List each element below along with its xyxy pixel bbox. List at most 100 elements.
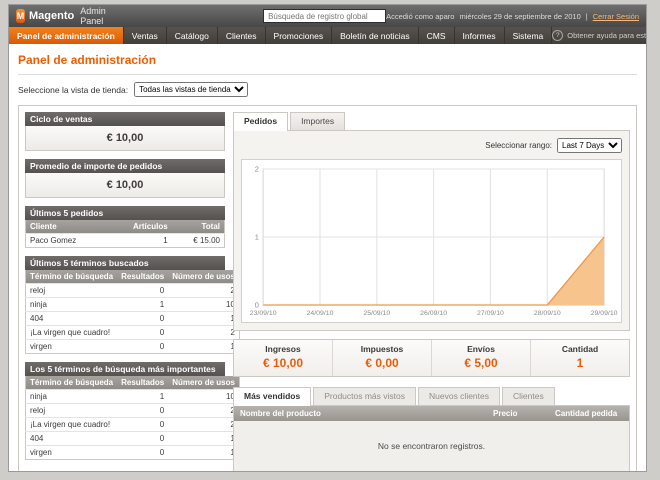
nav-item-ventas[interactable]: Ventas <box>124 27 167 44</box>
tab-mas-vendidos[interactable]: Más vendidos <box>233 387 311 406</box>
column-header: Precio <box>487 406 549 421</box>
logout-link[interactable]: Cerrar Sesión <box>593 12 639 21</box>
separator: | <box>586 12 588 21</box>
store-view-bar: Seleccione la vista de tienda: Todas las… <box>18 74 637 105</box>
table-row[interactable]: ninja110 <box>26 298 240 312</box>
svg-text:25/09/10: 25/09/10 <box>363 310 390 317</box>
column-header: Artículos <box>108 220 172 234</box>
chart-panel: Seleccionar rango: Last 7 Days 0 1 2 23/09/… <box>233 130 630 331</box>
logged-in-as: Accedió como aparo <box>386 12 454 21</box>
last-search-table: Término de búsquedaResultadosNúmero de u… <box>25 270 225 354</box>
logo-text: Magento <box>29 10 74 22</box>
table-row[interactable]: Paco Gomez1€ 15.00 <box>26 234 225 248</box>
tab-pedidos[interactable]: Pedidos <box>233 112 288 131</box>
stat-ingresos: Ingresos € 10,00 <box>234 340 332 376</box>
orders-chart-svg: 0 1 2 23/09/10 24/09/10 25/09/10 26/09/10 27/09… <box>244 162 619 320</box>
nav-item-sistema[interactable]: Sistema <box>505 27 553 44</box>
tab-productos-mas-vistos[interactable]: Productos más vistos <box>313 387 416 405</box>
empty-records-message: No se encontraron registros. <box>234 421 629 471</box>
nav-item-panel-de-administracion[interactable]: Panel de administración <box>9 27 124 44</box>
table-row[interactable]: reloj02 <box>26 404 240 418</box>
tab-importes[interactable]: Importes <box>290 112 345 130</box>
global-search-input[interactable] <box>263 9 386 23</box>
svg-text:26/09/10: 26/09/10 <box>420 310 447 317</box>
column-header: Nombre del producto <box>234 406 487 421</box>
table-row[interactable]: ¡La virgen que cuadro!02 <box>26 418 240 432</box>
card-title: Promedio de importe de pedidos <box>25 159 225 173</box>
products-grid: Nombre del productoPrecioCantidad pedida… <box>233 405 630 472</box>
svg-text:2: 2 <box>255 165 259 174</box>
stat-value: 1 <box>531 356 629 370</box>
admin-page: M Magento Admin Panel Accedió como aparo… <box>8 4 647 472</box>
totals-row: Ingresos € 10,00Impuestos € 0,00Envíos € 5,… <box>233 339 630 377</box>
tab-nuevos-clientes[interactable]: Nuevos clientes <box>418 387 500 405</box>
stat-value: € 0,00 <box>333 356 431 370</box>
card-title: Ciclo de ventas <box>25 112 225 126</box>
svg-text:0: 0 <box>255 301 259 310</box>
nav-item-cms[interactable]: CMS <box>419 27 455 44</box>
help-link[interactable]: ? Obtener ayuda para esta página <box>552 27 647 44</box>
column-header: Resultados <box>117 270 168 284</box>
card-value: € 10,00 <box>25 173 225 198</box>
stat-envios: Envíos € 5,00 <box>431 340 530 376</box>
last-orders-table: ClienteArtículosTotalPaco Gomez1€ 15.00 <box>25 220 225 248</box>
dashboard-left-column: Ciclo de ventas € 10,00 Promedio de impo… <box>25 112 225 472</box>
table-row[interactable]: 40401 <box>26 432 240 446</box>
last-orders-card: Últimos 5 pedidos ClienteArtículosTotalP… <box>25 206 225 248</box>
column-header: Total <box>172 220 225 234</box>
nav-item-catalogo[interactable]: Catálogo <box>167 27 218 44</box>
range-label: Seleccionar rango: <box>485 141 552 150</box>
svg-text:28/09/10: 28/09/10 <box>534 310 561 317</box>
column-header: Término de búsqueda <box>26 376 118 390</box>
magento-logo-icon: M <box>16 9 25 23</box>
stat-label: Ingresos <box>234 344 332 354</box>
svg-text:23/09/10: 23/09/10 <box>250 310 277 317</box>
column-header: Término de búsqueda <box>26 270 118 284</box>
dashboard-right-column: PedidosImportes Seleccionar rango: Last … <box>233 112 630 472</box>
svg-text:1: 1 <box>255 233 259 242</box>
tab-clientes[interactable]: Clientes <box>502 387 555 405</box>
card-value: € 10,00 <box>25 126 225 151</box>
magento-logo: M Magento Admin Panel <box>16 6 113 26</box>
products-grid-header: Nombre del productoPrecioCantidad pedida <box>234 406 629 421</box>
store-view-select[interactable]: Todas las vistas de tienda <box>134 82 248 97</box>
table-row[interactable]: ninja110 <box>26 390 240 404</box>
svg-text:24/09/10: 24/09/10 <box>307 310 334 317</box>
nav-item-boletin-de-noticias[interactable]: Boletín de noticias <box>332 27 418 44</box>
table-row[interactable]: 40401 <box>26 312 240 326</box>
stat-value: € 10,00 <box>234 356 332 370</box>
svg-text:27/09/10: 27/09/10 <box>477 310 504 317</box>
nav-item-clientes[interactable]: Clientes <box>218 27 266 44</box>
store-view-label: Seleccione la vista de tienda: <box>18 85 128 95</box>
dashboard-container: Ciclo de ventas € 10,00 Promedio de impo… <box>18 105 637 472</box>
stat-label: Envíos <box>432 344 530 354</box>
table-row[interactable]: virgen01 <box>26 446 240 460</box>
current-date: miércoles 29 de septiembre de 2010 <box>459 12 580 21</box>
orders-chart: 0 1 2 23/09/10 24/09/10 25/09/10 26/09/10 27/09… <box>244 162 619 320</box>
card-title: Los 5 términos de búsqueda más important… <box>25 362 225 376</box>
svg-text:29/09/10: 29/09/10 <box>591 310 618 317</box>
top-search-table: Término de búsquedaResultadosNúmero de u… <box>25 376 225 460</box>
stat-cantidad: Cantidad 1 <box>530 340 629 376</box>
chart-box: 0 1 2 23/09/10 24/09/10 25/09/10 26/09/10 27/09… <box>241 159 622 323</box>
logo-subtitle: Admin Panel <box>80 6 113 26</box>
card-title: Últimos 5 pedidos <box>25 206 225 220</box>
stat-label: Cantidad <box>531 344 629 354</box>
range-select[interactable]: Last 7 Days <box>557 138 622 153</box>
table-row[interactable]: virgen01 <box>26 340 240 354</box>
nav-item-informes[interactable]: Informes <box>455 27 505 44</box>
stat-value: € 5,00 <box>432 356 530 370</box>
stat-impuestos: Impuestos € 0,00 <box>332 340 431 376</box>
help-label: Obtener ayuda para esta página <box>567 31 647 40</box>
table-row[interactable]: ¡La virgen que cuadro!02 <box>26 326 240 340</box>
header-user-area: Accedió como aparo miércoles 29 de septi… <box>386 12 639 21</box>
table-row[interactable]: reloj02 <box>26 284 240 298</box>
average-order-card: Promedio de importe de pedidos € 10,00 <box>25 159 225 198</box>
nav-item-promociones[interactable]: Promociones <box>266 27 333 44</box>
help-icon: ? <box>552 30 563 41</box>
nav-list: Panel de administraciónVentasCatálogoCli… <box>9 27 552 44</box>
header: M Magento Admin Panel Accedió como aparo… <box>9 5 646 27</box>
stat-label: Impuestos <box>333 344 431 354</box>
column-header: Número de usos <box>168 270 239 284</box>
content-area: Panel de administración Seleccione la vi… <box>9 44 646 472</box>
